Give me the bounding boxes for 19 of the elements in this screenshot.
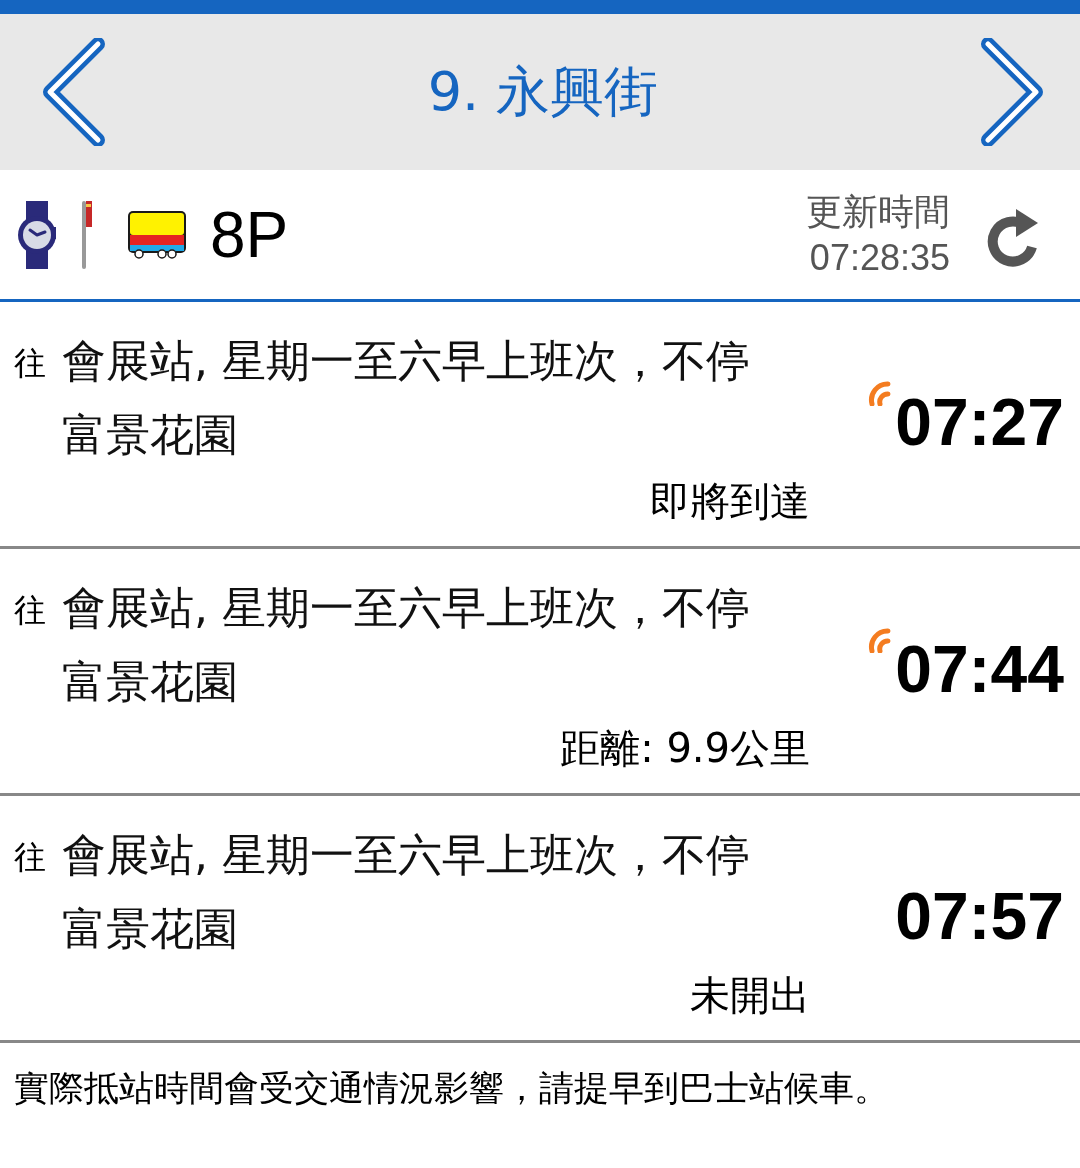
stop-title: 9. 永興街: [427, 58, 659, 125]
arrival-time: 07:27: [895, 385, 1064, 459]
arrival-status: 距離: 9.9公里: [560, 725, 810, 771]
arrival-time: 07:44: [895, 632, 1064, 706]
route-number: 8P: [210, 197, 289, 272]
arrival-status: 即將到達: [650, 478, 810, 524]
watch-and-flag-icon: [16, 198, 92, 271]
arrival-time: 07:57: [895, 879, 1064, 953]
disclaimer-text: 實際抵站時間會受交通情況影響，請提早到巴士站候車。: [14, 1068, 889, 1108]
bus-icon: [126, 208, 188, 261]
destination-text: 會展站, 星期一至六早上班次，不停富景花園: [62, 828, 751, 956]
update-label: 更新時間: [806, 189, 950, 234]
destination-text: 會展站, 星期一至六早上班次，不停富景花園: [62, 581, 751, 709]
arrival-status: 未開出: [690, 972, 810, 1018]
direction-label: 往: [14, 837, 47, 878]
direction-label: 往: [14, 590, 47, 631]
destination-text: 會展站, 星期一至六早上班次，不停富景花園: [62, 334, 751, 462]
update-time: 07:28:35: [809, 235, 950, 280]
direction-label: 往: [14, 343, 47, 384]
